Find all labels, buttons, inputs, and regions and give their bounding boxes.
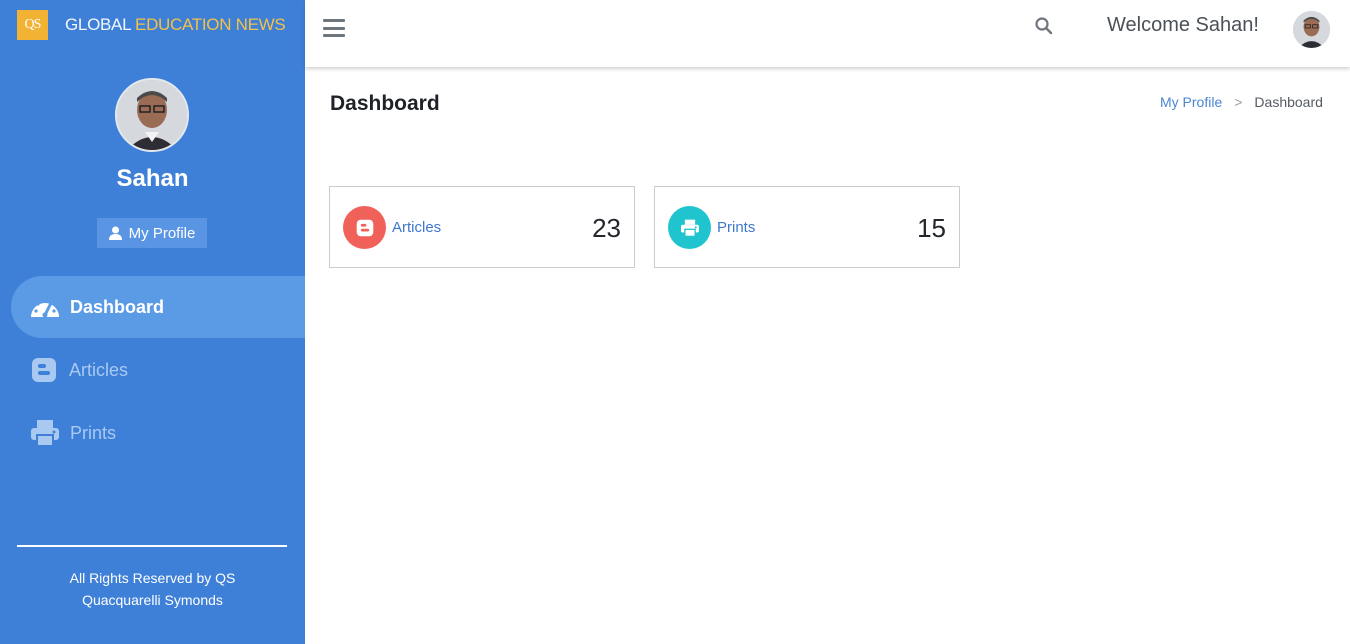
breadcrumb-current: Dashboard bbox=[1254, 94, 1323, 110]
my-profile-label: My Profile bbox=[128, 224, 196, 242]
menu-toggle-icon[interactable] bbox=[323, 19, 345, 37]
qs-logo: QS bbox=[17, 10, 48, 40]
stat-card-label: Prints bbox=[717, 219, 756, 236]
avatar bbox=[115, 78, 189, 152]
my-profile-button[interactable]: My Profile bbox=[97, 218, 207, 248]
sidebar-item-prints[interactable]: Prints bbox=[11, 402, 305, 464]
brand-title: GLOBAL EDUCATION NEWS bbox=[65, 15, 286, 35]
footer-line-1: All Rights Reserved by QS bbox=[69, 570, 236, 586]
user-avatar[interactable] bbox=[1293, 11, 1330, 48]
printer-icon bbox=[28, 419, 62, 447]
sidebar-footer: All Rights Reserved by QS Quacquarelli S… bbox=[0, 567, 305, 611]
printer-icon bbox=[668, 206, 711, 249]
breadcrumb-separator: > bbox=[1234, 94, 1243, 110]
brand-title-part2: EDUCATION NEWS bbox=[135, 15, 286, 34]
sidebar-divider bbox=[17, 545, 287, 547]
welcome-text: Welcome Sahan! bbox=[1107, 14, 1259, 36]
brand[interactable]: QS GLOBAL EDUCATION NEWS bbox=[17, 10, 286, 40]
stat-card-label: Articles bbox=[392, 219, 442, 236]
brand-title-part1: GLOBAL bbox=[65, 15, 136, 34]
stat-card-prints[interactable]: Prints 15 bbox=[654, 186, 960, 268]
breadcrumb: My Profile > Dashboard bbox=[1160, 94, 1323, 110]
page-title: Dashboard bbox=[330, 92, 440, 115]
stat-card-value: 23 bbox=[592, 213, 621, 243]
blogger-icon bbox=[27, 357, 61, 383]
top-bar: Welcome Sahan! bbox=[305, 0, 1350, 67]
stat-card-articles[interactable]: Articles 23 bbox=[329, 186, 635, 268]
tachometer-icon bbox=[28, 295, 62, 319]
breadcrumb-my-profile[interactable]: My Profile bbox=[1160, 94, 1222, 110]
sidebar-item-label: Articles bbox=[69, 359, 129, 380]
stat-card-value: 15 bbox=[917, 213, 946, 243]
blogger-icon bbox=[343, 206, 386, 249]
sidebar-item-label: Dashboard bbox=[70, 296, 165, 317]
sidebar-item-label: Prints bbox=[70, 422, 117, 443]
user-icon bbox=[108, 226, 122, 240]
sidebar: QS GLOBAL EDUCATION NEWS Sahan My Profil… bbox=[0, 0, 305, 644]
sidebar-item-articles[interactable]: Articles bbox=[11, 339, 305, 401]
footer-line-2: Quacquarelli Symonds bbox=[82, 592, 223, 608]
sidebar-item-dashboard[interactable]: Dashboard bbox=[11, 276, 305, 338]
sidebar-user-name: Sahan bbox=[116, 165, 189, 192]
search-icon[interactable] bbox=[1034, 16, 1054, 36]
